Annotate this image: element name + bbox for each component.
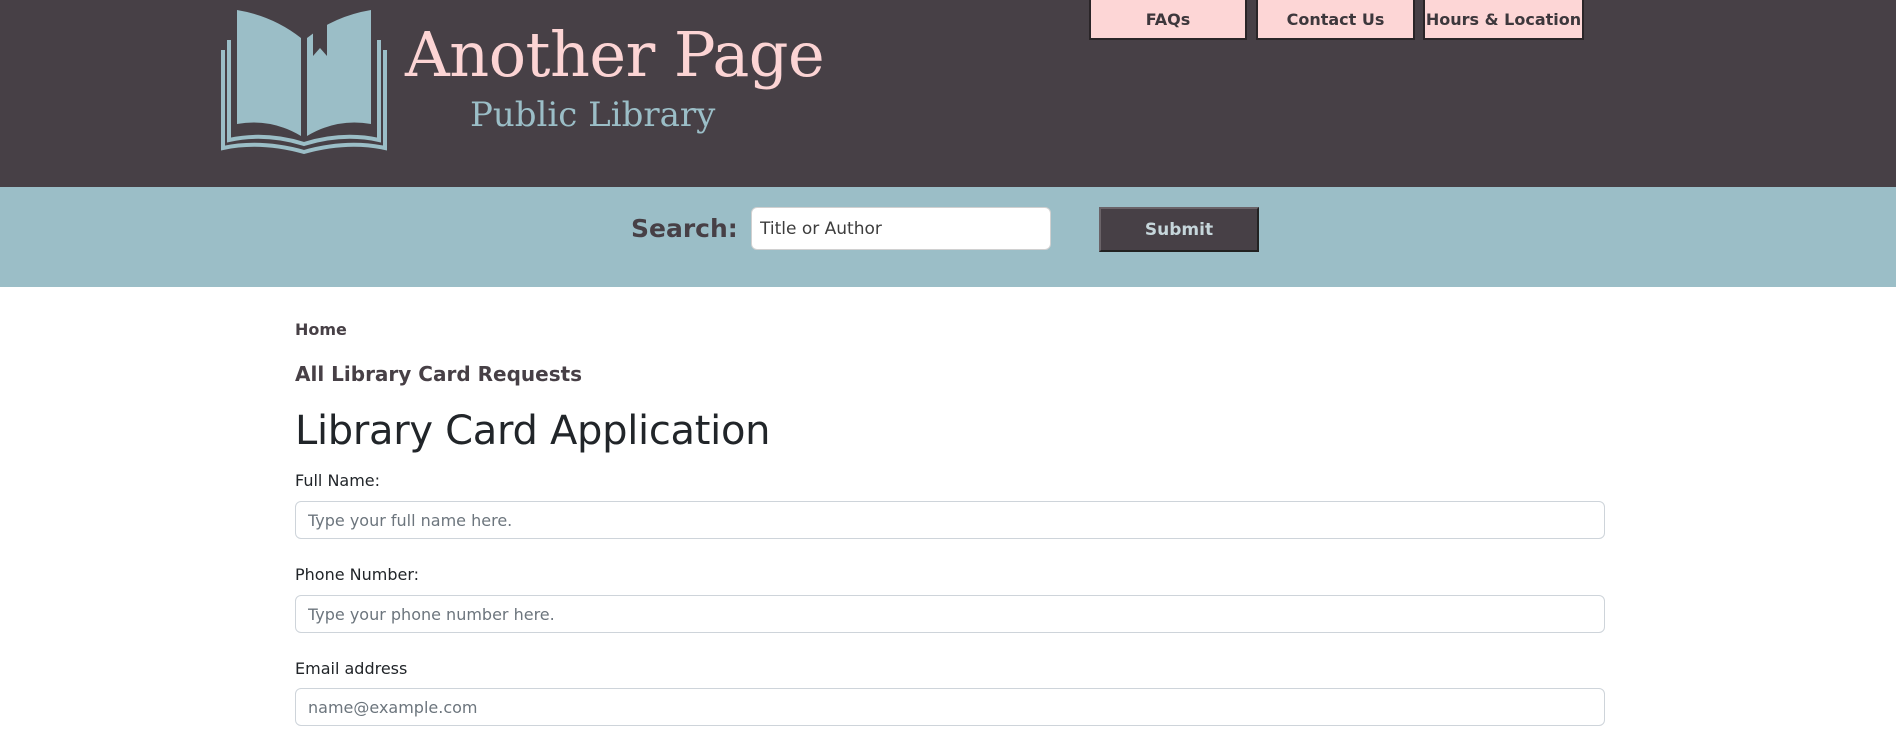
open-book-icon: [221, 10, 387, 154]
email-field[interactable]: [295, 688, 1605, 726]
breadcrumb-home-link[interactable]: Home: [295, 319, 347, 341]
email-label: Email address: [295, 659, 408, 678]
nav-hours-location-button[interactable]: Hours & Location: [1423, 0, 1584, 40]
all-requests-link[interactable]: All Library Card Requests: [295, 360, 582, 388]
search-submit-button[interactable]: Submit: [1099, 207, 1259, 252]
nav-faqs-button[interactable]: FAQs: [1089, 0, 1247, 40]
phone-number-label: Phone Number:: [295, 565, 420, 584]
full-name-field[interactable]: [295, 501, 1605, 539]
phone-number-field[interactable]: [295, 595, 1605, 633]
brand-title: Another Page: [405, 18, 825, 91]
brand-subtitle: Public Library: [470, 95, 716, 135]
full-name-label: Full Name:: [295, 471, 381, 490]
search-input[interactable]: [751, 207, 1051, 250]
page-title: Library Card Application: [295, 408, 771, 454]
site-header: Another Page Public Library FAQs Contact…: [0, 0, 1896, 187]
search-label: Search:: [631, 214, 738, 243]
nav-contact-button[interactable]: Contact Us: [1256, 0, 1415, 40]
search-bar: Search: Submit: [0, 187, 1896, 287]
